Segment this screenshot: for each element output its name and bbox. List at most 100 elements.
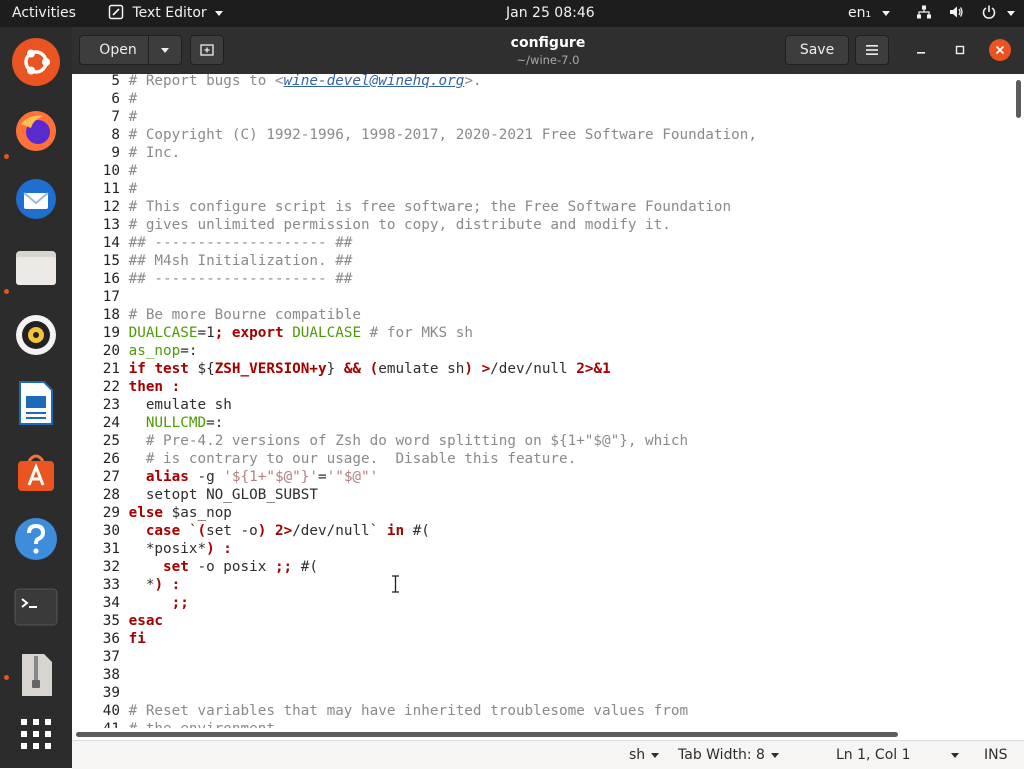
code-line[interactable]: 5 # Report bugs to <wine-devel@winehq.or… [72,74,482,90]
horizontal-scrollbar[interactable] [72,728,1024,740]
main-menu-button[interactable] [855,35,889,65]
save-button[interactable]: Save [785,35,849,65]
code-line[interactable]: 30 case `(set -o) 2>/dev/null` in #( [72,522,430,540]
code-text[interactable]: fi [120,631,146,647]
code-text[interactable]: ## M4sh Initialization. ## [120,253,353,269]
thunderbird-icon[interactable] [12,175,60,223]
code-text[interactable]: ## -------------------- ## [120,271,353,287]
code-text[interactable]: # [120,91,138,107]
code-text[interactable]: # gives unlimited permission to copy, di… [120,217,671,233]
code-text[interactable] [120,667,129,683]
code-line[interactable]: 34 ;; [72,594,189,612]
close-button[interactable] [989,39,1011,61]
code-text[interactable]: else $as_nop [120,505,232,521]
code-text[interactable]: # [120,109,138,125]
terminal-icon[interactable] [12,583,60,631]
code-text[interactable]: # This configure script is free software… [120,199,732,215]
code-text[interactable]: esac [120,613,163,629]
maximize-button[interactable] [949,39,971,61]
language-selector[interactable]: sh [629,741,660,769]
show-apps-button[interactable] [12,710,60,758]
code-text[interactable]: emulate sh [120,397,232,413]
code-text[interactable]: # Reset variables that may have inherite… [120,703,688,719]
code-text[interactable]: *posix*) : [120,541,232,557]
code-line[interactable]: 26 # is contrary to our usage. Disable t… [72,450,576,468]
code-line[interactable]: 41 # the environment. [72,720,284,728]
code-text[interactable]: # Report bugs to <wine-devel@winehq.org>… [120,74,482,89]
input-source-menu[interactable]: en₁ [848,0,890,27]
code-text[interactable]: *) : [120,577,180,593]
writer-icon[interactable] [12,379,60,427]
code-line[interactable]: 7 # [72,108,137,126]
code-line[interactable]: 15 ## M4sh Initialization. ## [72,252,353,270]
cursor-position-selector[interactable]: Ln 1, Col 1 [836,741,959,769]
code-line[interactable]: 39 [72,684,129,702]
new-tab-button[interactable] [190,35,224,65]
rhythmbox-icon[interactable] [12,311,60,359]
clock[interactable]: Jan 25 08:46 [506,0,595,27]
code-line[interactable]: 10 # [72,162,137,180]
code-line[interactable]: 14 ## -------------------- ## [72,234,353,252]
code-line[interactable]: 27 alias -g '${1+"$@"}'='"$@"' [72,468,378,486]
code-line[interactable]: 19 DUALCASE=1; export DUALCASE # for MKS… [72,324,473,342]
open-menu-button[interactable] [148,35,182,65]
code-text[interactable]: # the environment. [120,721,284,728]
system-menu[interactable] [916,0,1016,27]
ubuntu-logo-icon[interactable] [12,38,60,86]
code-line[interactable]: 11 # [72,180,137,198]
minimize-button[interactable] [910,39,932,61]
code-line[interactable]: 8 # Copyright (C) 1992-1996, 1998-2017, … [72,126,757,144]
code-text[interactable] [120,289,129,305]
code-line[interactable]: 32 set -o posix ;; #( [72,558,318,576]
code-text[interactable]: # Copyright (C) 1992-1996, 1998-2017, 20… [120,127,757,143]
code-line[interactable]: 25 # Pre-4.2 versions of Zsh do word spl… [72,432,688,450]
code-text[interactable]: # Pre-4.2 versions of Zsh do word splitt… [120,433,688,449]
files-icon[interactable] [12,243,60,291]
code-line[interactable]: 40 # Reset variables that may have inher… [72,702,688,720]
help-icon[interactable] [12,515,60,563]
code-text[interactable]: case `(set -o) 2>/dev/null` in #( [120,523,430,539]
code-line[interactable]: 36 fi [72,630,146,648]
code-line[interactable]: 17 [72,288,129,306]
code-text[interactable]: ## -------------------- ## [120,235,353,251]
app-menu[interactable]: Text Editor [108,0,224,27]
code-line[interactable]: 24 NULLCMD=: [72,414,224,432]
code-text[interactable]: setopt NO_GLOB_SUBST [120,487,318,503]
open-button[interactable]: Open [79,35,157,65]
code-text[interactable] [120,685,129,701]
code-line[interactable]: 22 then : [72,378,180,396]
code-text[interactable]: set -o posix ;; #( [120,559,318,575]
activities-button[interactable]: Activities [12,0,76,27]
code-text[interactable]: NULLCMD=: [120,415,223,431]
code-line[interactable]: 20 as_nop=: [72,342,198,360]
code-text[interactable]: # Inc. [120,145,181,161]
code-line[interactable]: 38 [72,666,129,684]
code-line[interactable]: 21 if test ${ZSH_VERSION+y} && (emulate … [72,360,611,378]
code-line[interactable]: 16 ## -------------------- ## [72,270,353,288]
code-line[interactable]: 18 # Be more Bourne compatible [72,306,361,324]
code-line[interactable]: 29 else $as_nop [72,504,232,522]
code-line[interactable]: 6 # [72,90,137,108]
code-text[interactable]: if test ${ZSH_VERSION+y} && (emulate sh)… [120,361,611,377]
code-text[interactable]: # [120,163,138,179]
code-line[interactable]: 31 *posix*) : [72,540,232,558]
code-text[interactable]: # Be more Bourne compatible [120,307,361,323]
archive-icon[interactable] [12,651,60,699]
code-text[interactable] [120,649,129,665]
code-line[interactable]: 35 esac [72,612,163,630]
software-icon[interactable] [12,447,60,495]
code-line[interactable]: 33 *) : [72,576,180,594]
code-line[interactable]: 23 emulate sh [72,396,232,414]
code-text[interactable]: alias -g '${1+"$@"}'='"$@"' [120,469,378,485]
code-line[interactable]: 13 # gives unlimited permission to copy,… [72,216,671,234]
code-text[interactable]: # [120,181,138,197]
code-text[interactable]: ;; [120,595,189,611]
code-text[interactable]: DUALCASE=1; export DUALCASE # for MKS sh [120,325,473,341]
firefox-icon[interactable] [12,107,60,155]
vertical-scrollbar[interactable] [1013,74,1024,728]
code-line[interactable]: 12 # This configure script is free softw… [72,198,731,216]
code-line[interactable]: 9 # Inc. [72,144,180,162]
tab-width-selector[interactable]: Tab Width: 8 [678,741,779,769]
code-line[interactable]: 37 [72,648,129,666]
code-text[interactable]: # is contrary to our usage. Disable this… [120,451,576,467]
